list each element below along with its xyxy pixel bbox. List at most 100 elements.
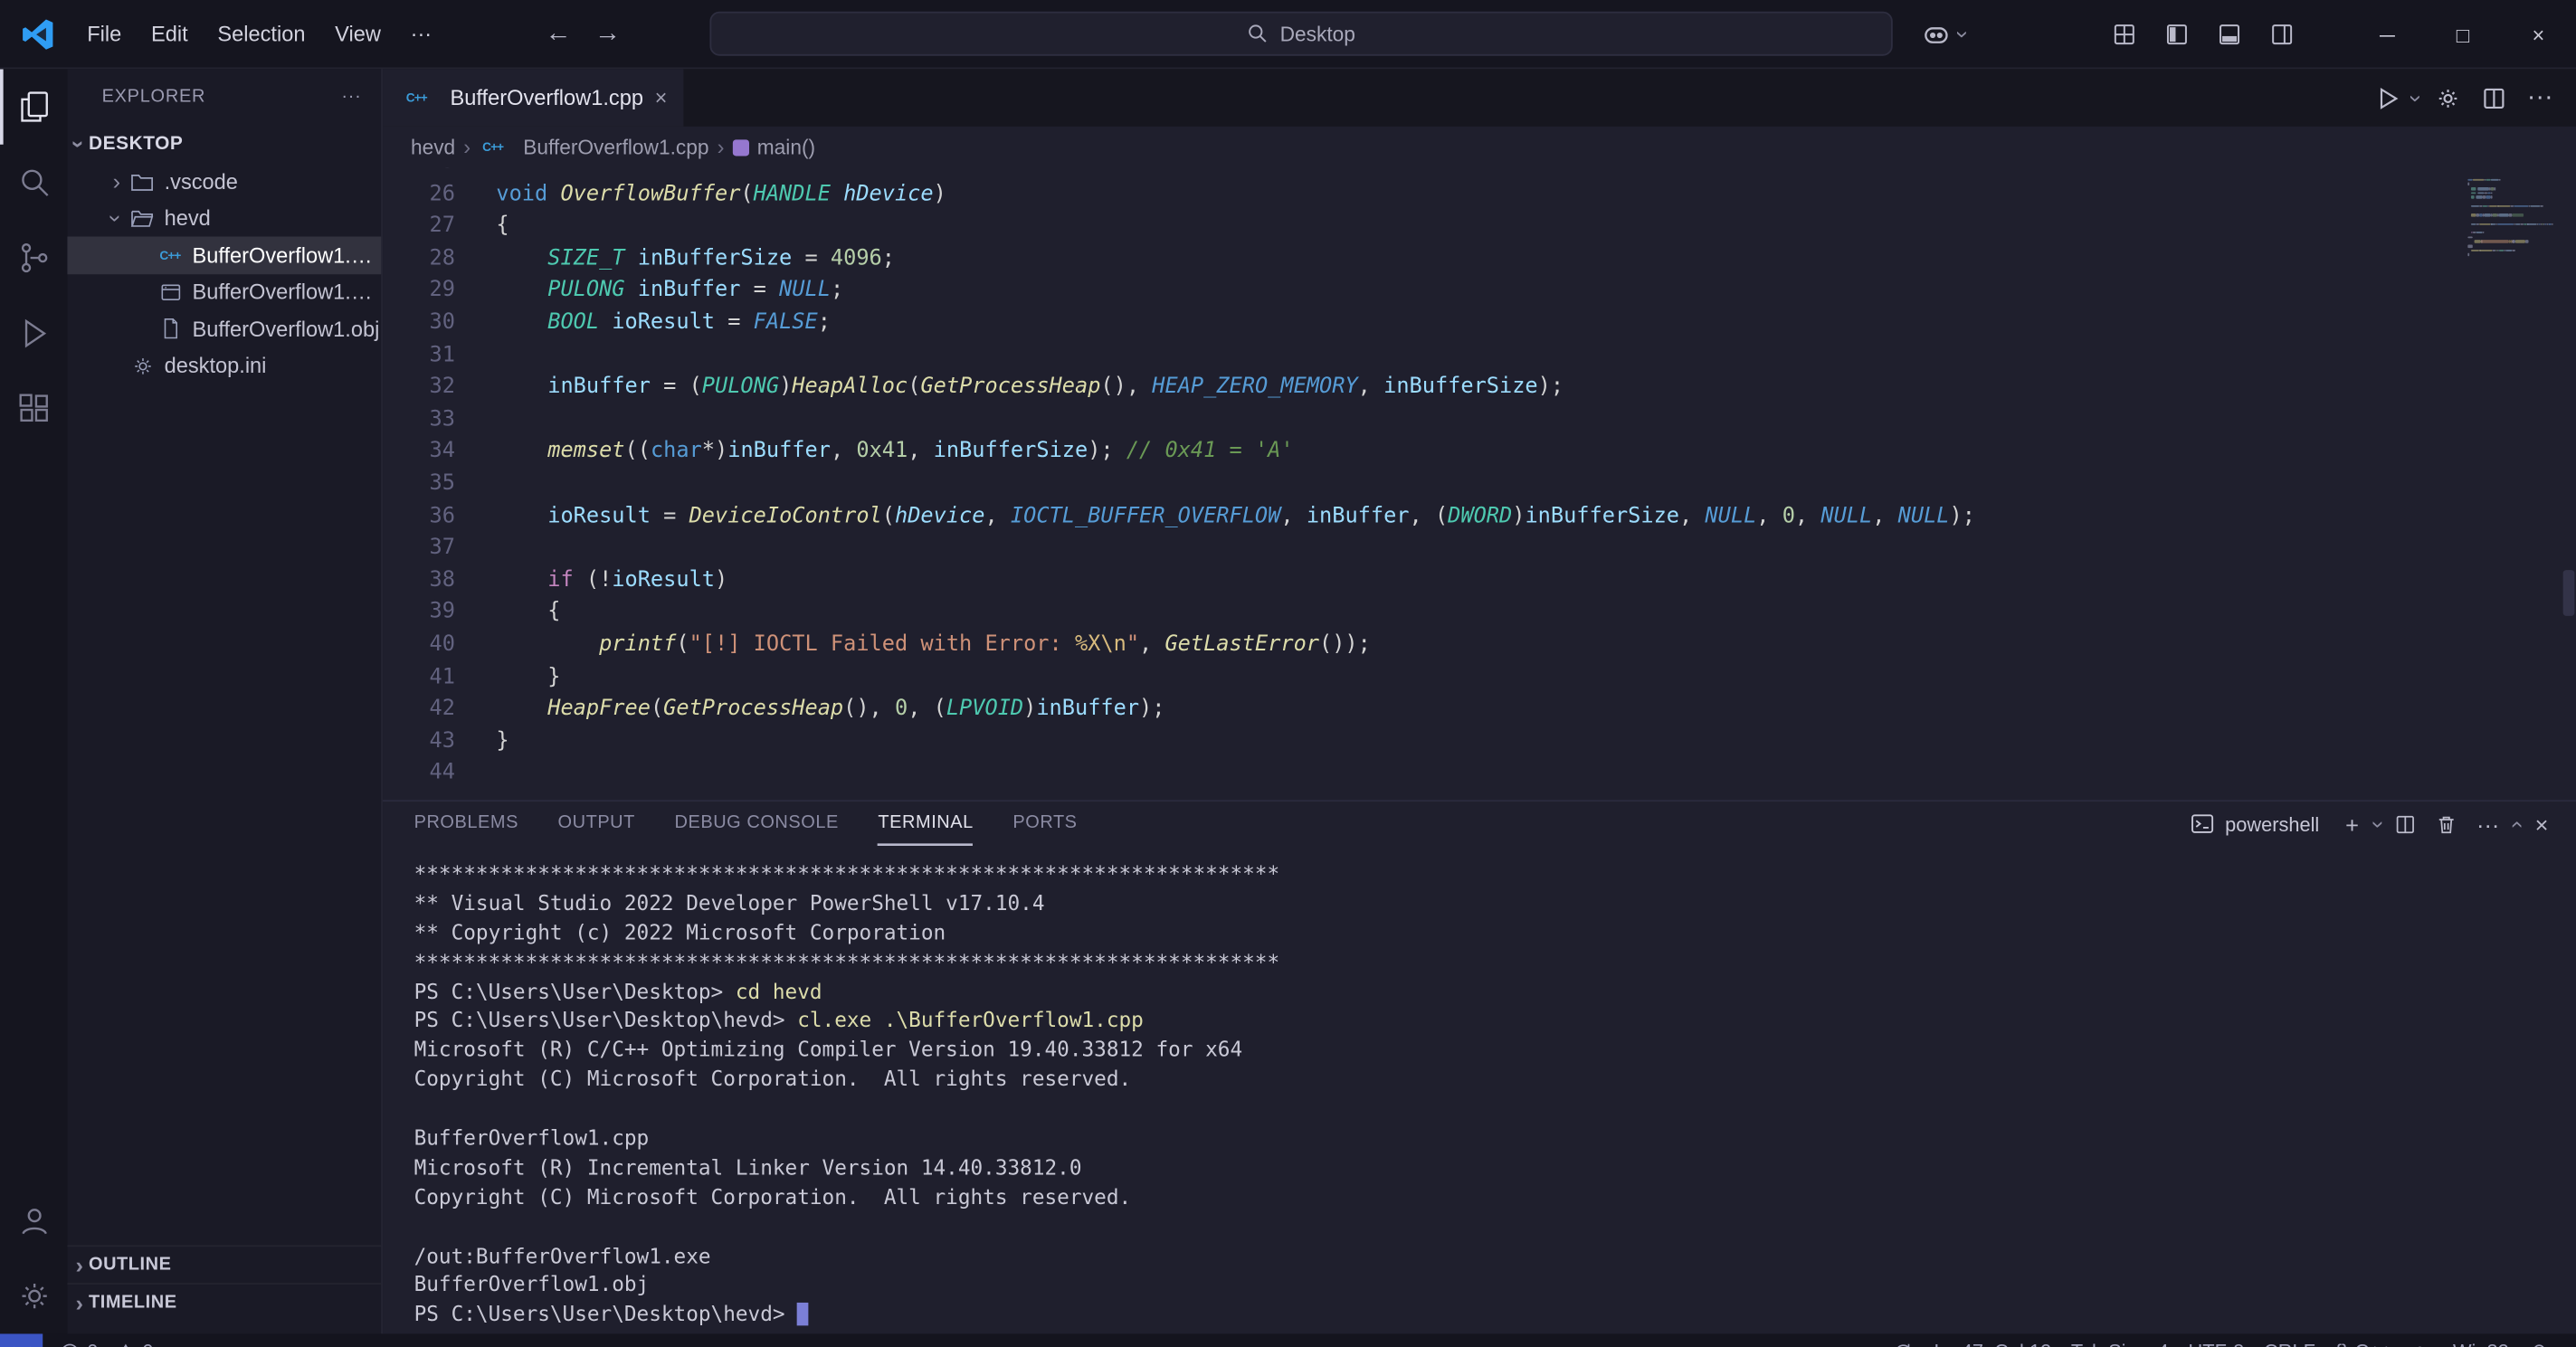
scrollbar-thumb[interactable]	[2563, 570, 2575, 616]
close-button[interactable]: ×	[2501, 0, 2576, 69]
minimap-segment	[2552, 223, 2553, 225]
section-outline[interactable]: ›OUTLINE	[67, 1245, 381, 1283]
notifications-bell-icon[interactable]	[2519, 1333, 2560, 1347]
minimize-button[interactable]: ─	[2350, 0, 2426, 69]
run-dropdown-chevron-icon[interactable]: ›	[2407, 94, 2429, 101]
editor-scrollbar[interactable]	[2563, 167, 2575, 800]
terminal-text: PS C:\Users\User\Desktop>	[414, 978, 736, 1002]
tab-close-icon[interactable]: ×	[655, 83, 668, 113]
token-pl: (	[908, 375, 920, 399]
code-line-29[interactable]: 29 PULONG inBuffer = NULL;	[383, 275, 2576, 308]
editor-more-actions-icon[interactable]: ···	[2520, 78, 2560, 118]
cpp-file-icon: C++	[403, 85, 431, 111]
section-timeline[interactable]: ›TIMELINE	[67, 1283, 381, 1321]
warning-icon	[115, 1342, 137, 1347]
toggle-secondary-sidebar-icon[interactable]	[2258, 10, 2306, 59]
code-line-43[interactable]: 43}	[383, 726, 2576, 758]
menu-file[interactable]: File	[72, 13, 137, 55]
people-icon[interactable]	[2402, 1333, 2443, 1347]
code-line-39[interactable]: 39 {	[383, 597, 2576, 630]
cursor-position[interactable]: Ln 47, Col 12	[1925, 1333, 2061, 1347]
editor-settings-gear-icon[interactable]	[2429, 78, 2468, 118]
account-icon[interactable]	[0, 1182, 67, 1258]
tree-item-bufferoverflow1.cpp[interactable]: C++BufferOverflow1.cpp	[67, 236, 381, 273]
code-line-31[interactable]: 31	[383, 339, 2576, 372]
run-button[interactable]	[2368, 78, 2408, 118]
minimap[interactable]	[2467, 174, 2552, 262]
remote-indicator[interactable]: ><	[0, 1333, 43, 1347]
menu-selection[interactable]: Selection	[203, 13, 320, 55]
panel-tab-output[interactable]: OUTPUT	[558, 802, 635, 846]
eol-sequence[interactable]: CRLF	[2254, 1333, 2325, 1347]
terminal-output[interactable]: ****************************************…	[383, 846, 2576, 1329]
terminal-text: PS C:\Users\User\Desktop\hevd>	[414, 1302, 798, 1326]
tab-bufferoverflow1-cpp[interactable]: C++ BufferOverflow1.cpp ×	[383, 69, 683, 127]
encoding[interactable]: UTF-8	[2179, 1333, 2255, 1347]
code-line-44[interactable]: 44	[383, 758, 2576, 791]
split-terminal-icon[interactable]	[2388, 806, 2424, 842]
breadcrumb-folder[interactable]: hevd	[411, 136, 455, 158]
kill-terminal-icon[interactable]	[2429, 806, 2465, 842]
code-line-27[interactable]: 27{	[383, 211, 2576, 243]
customize-layout-icon[interactable]	[2100, 10, 2149, 59]
explorer-activity-icon[interactable]	[0, 69, 67, 145]
panel-tab-terminal[interactable]: TERMINAL	[878, 802, 973, 846]
code-line-40[interactable]: 40 printf("[!] IOCTL Failed with Error: …	[383, 629, 2576, 661]
menu-more[interactable]: ···	[395, 13, 446, 55]
sync-icon[interactable]	[1883, 1333, 1924, 1347]
new-terminal-icon[interactable]: +	[2334, 806, 2371, 842]
breadcrumb-symbol[interactable]: main()	[757, 136, 815, 158]
code-editor[interactable]: 2526void OverflowBuffer(HANDLE hDevice)2…	[383, 167, 2576, 800]
back-arrow-button[interactable]: ←	[545, 19, 571, 49]
panel-tab-debug-console[interactable]: DEBUG CONSOLE	[674, 802, 838, 846]
tree-item-label: BufferOverflow1.cpp	[192, 242, 381, 267]
code-line-28[interactable]: 28 SIZE_T inBufferSize = 4096;	[383, 242, 2576, 275]
problems-status-item[interactable]: 0 0	[49, 1333, 163, 1347]
copilot-chevron-icon[interactable]: ›	[1953, 31, 1975, 38]
breadcrumb-file[interactable]: BufferOverflow1.cpp	[523, 136, 708, 158]
code-line-35[interactable]: 35	[383, 468, 2576, 500]
settings-gear-icon[interactable]	[0, 1258, 67, 1334]
code-line-33[interactable]: 33	[383, 403, 2576, 436]
explorer-more-actions-icon[interactable]: ···	[341, 87, 361, 107]
split-editor-icon[interactable]	[2475, 78, 2514, 118]
code-line-38[interactable]: 38 if (!ioResult)	[383, 564, 2576, 597]
code-line-32[interactable]: 32 inBuffer = (PULONG)HeapAlloc(GetProce…	[383, 372, 2576, 404]
terminal-profile-chevron-icon[interactable]: ›	[2368, 820, 2391, 827]
code-line-30[interactable]: 30 BOOL ioResult = FALSE;	[383, 307, 2576, 339]
explorer-root-folder[interactable]: › DESKTOP	[67, 125, 381, 163]
code-line-36[interactable]: 36 ioResult = DeviceIoControl(hDevice, I…	[383, 500, 2576, 533]
code-line-42[interactable]: 42 HeapFree(GetProcessHeap(), 0, (LPVOID…	[383, 693, 2576, 726]
tree-item-hevd[interactable]: ›hevd	[67, 200, 381, 237]
tree-item-desktop.ini[interactable]: desktop.ini	[67, 347, 381, 384]
menu-view[interactable]: View	[320, 13, 395, 55]
code-line-41[interactable]: 41 }	[383, 661, 2576, 694]
indentation[interactable]: Tab Size: 4	[2061, 1333, 2179, 1347]
maximize-panel-chevron-icon[interactable]: ›	[2504, 820, 2526, 827]
extensions-activity-icon[interactable]	[0, 371, 67, 447]
language-mode[interactable]: {} C++	[2325, 1333, 2402, 1347]
toggle-primary-sidebar-icon[interactable]	[2153, 10, 2201, 59]
terminal-line: ** Copyright (c) 2022 Microsoft Corporat…	[414, 918, 2576, 947]
search-activity-icon[interactable]	[0, 145, 67, 221]
tree-item-.vscode[interactable]: ›.vscode	[67, 163, 381, 200]
maximize-button[interactable]: □	[2425, 0, 2501, 69]
run-debug-activity-icon[interactable]	[0, 296, 67, 372]
tree-item-bufferoverflow1.exe[interactable]: BufferOverflow1.exe	[67, 273, 381, 310]
close-panel-icon[interactable]: ×	[2524, 806, 2560, 842]
terminal-shell-item[interactable]: powershell	[2191, 811, 2319, 836]
tree-item-bufferoverflow1.obj[interactable]: BufferOverflow1.obj	[67, 310, 381, 347]
forward-arrow-button[interactable]: →	[594, 19, 621, 49]
toggle-panel-icon[interactable]	[2205, 10, 2254, 59]
panel-tab-ports[interactable]: PORTS	[1012, 802, 1077, 846]
code-line-37[interactable]: 37	[383, 533, 2576, 565]
cpp-configuration[interactable]: Win32	[2443, 1333, 2519, 1347]
menu-edit[interactable]: Edit	[137, 13, 203, 55]
code-line-26[interactable]: 26void OverflowBuffer(HANDLE hDevice)	[383, 178, 2576, 211]
minimap-segment	[2505, 249, 2513, 251]
source-control-activity-icon[interactable]	[0, 220, 67, 296]
code-line-25[interactable]: 25	[383, 167, 2576, 178]
panel-tab-problems[interactable]: PROBLEMS	[414, 802, 518, 846]
code-line-34[interactable]: 34 memset((char*)inBuffer, 0x41, inBuffe…	[383, 436, 2576, 469]
command-center-search[interactable]: Desktop	[709, 12, 1892, 56]
